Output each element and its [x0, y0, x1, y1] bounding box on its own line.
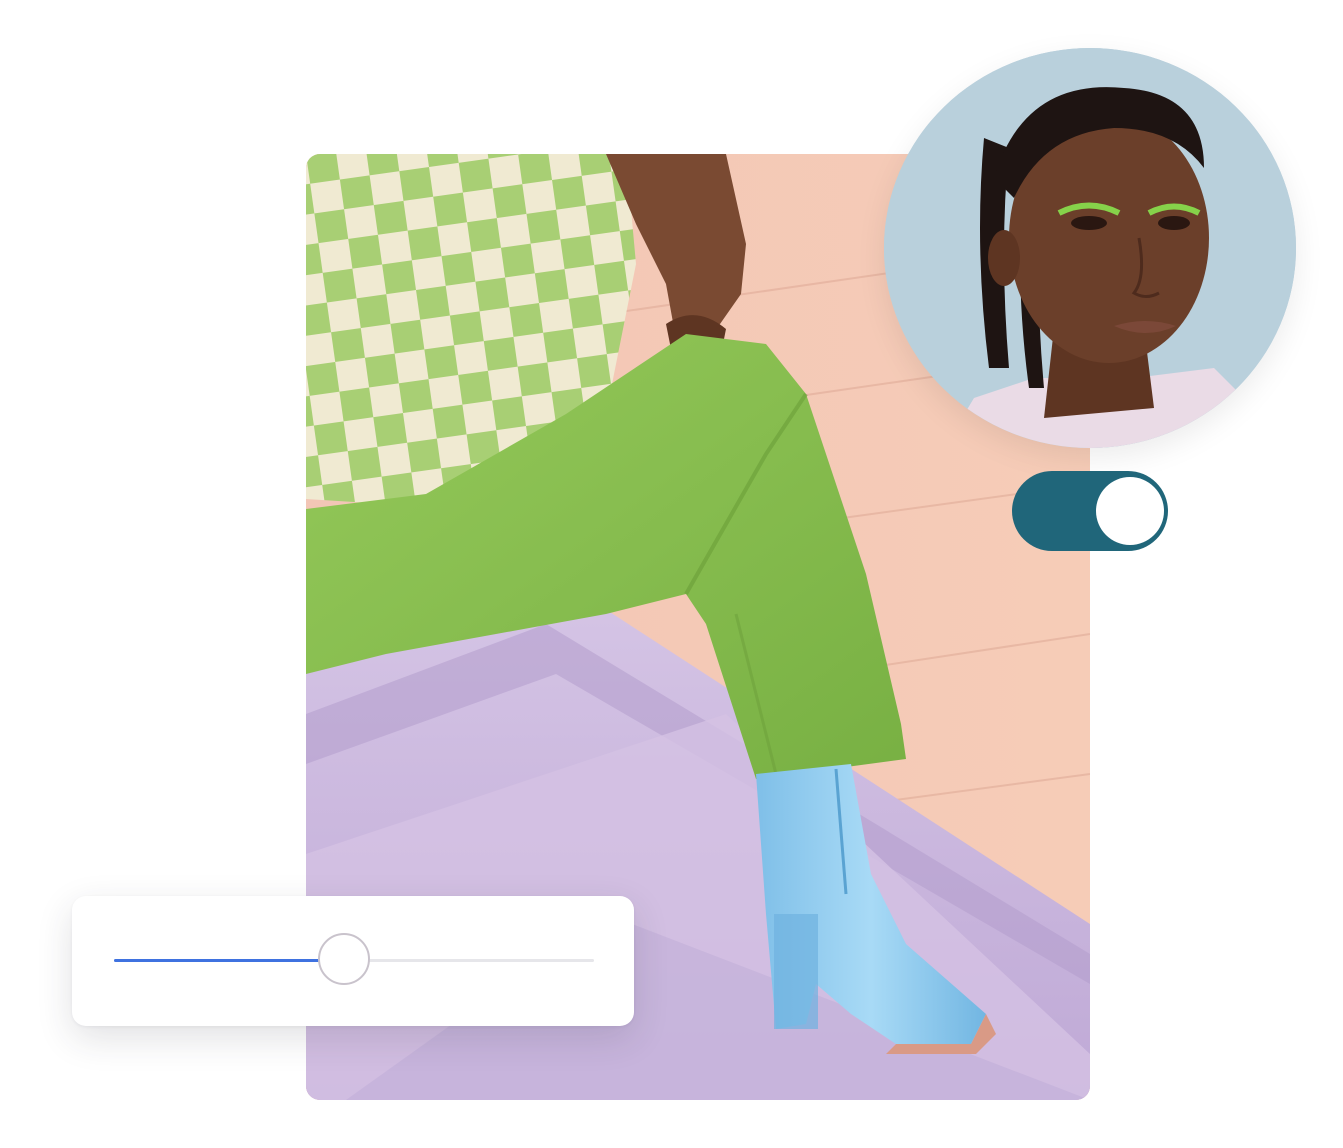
- slider-thumb[interactable]: [318, 933, 371, 985]
- slider-track[interactable]: [114, 933, 594, 985]
- portrait-photo-icon: [884, 48, 1296, 448]
- hero-composition: [0, 0, 1343, 1148]
- toggle-switch[interactable]: [1012, 471, 1168, 551]
- slider-card: [72, 896, 634, 1026]
- toggle-knob[interactable]: [1096, 477, 1164, 545]
- slider-fill: [114, 959, 345, 962]
- portrait-image: [884, 48, 1296, 448]
